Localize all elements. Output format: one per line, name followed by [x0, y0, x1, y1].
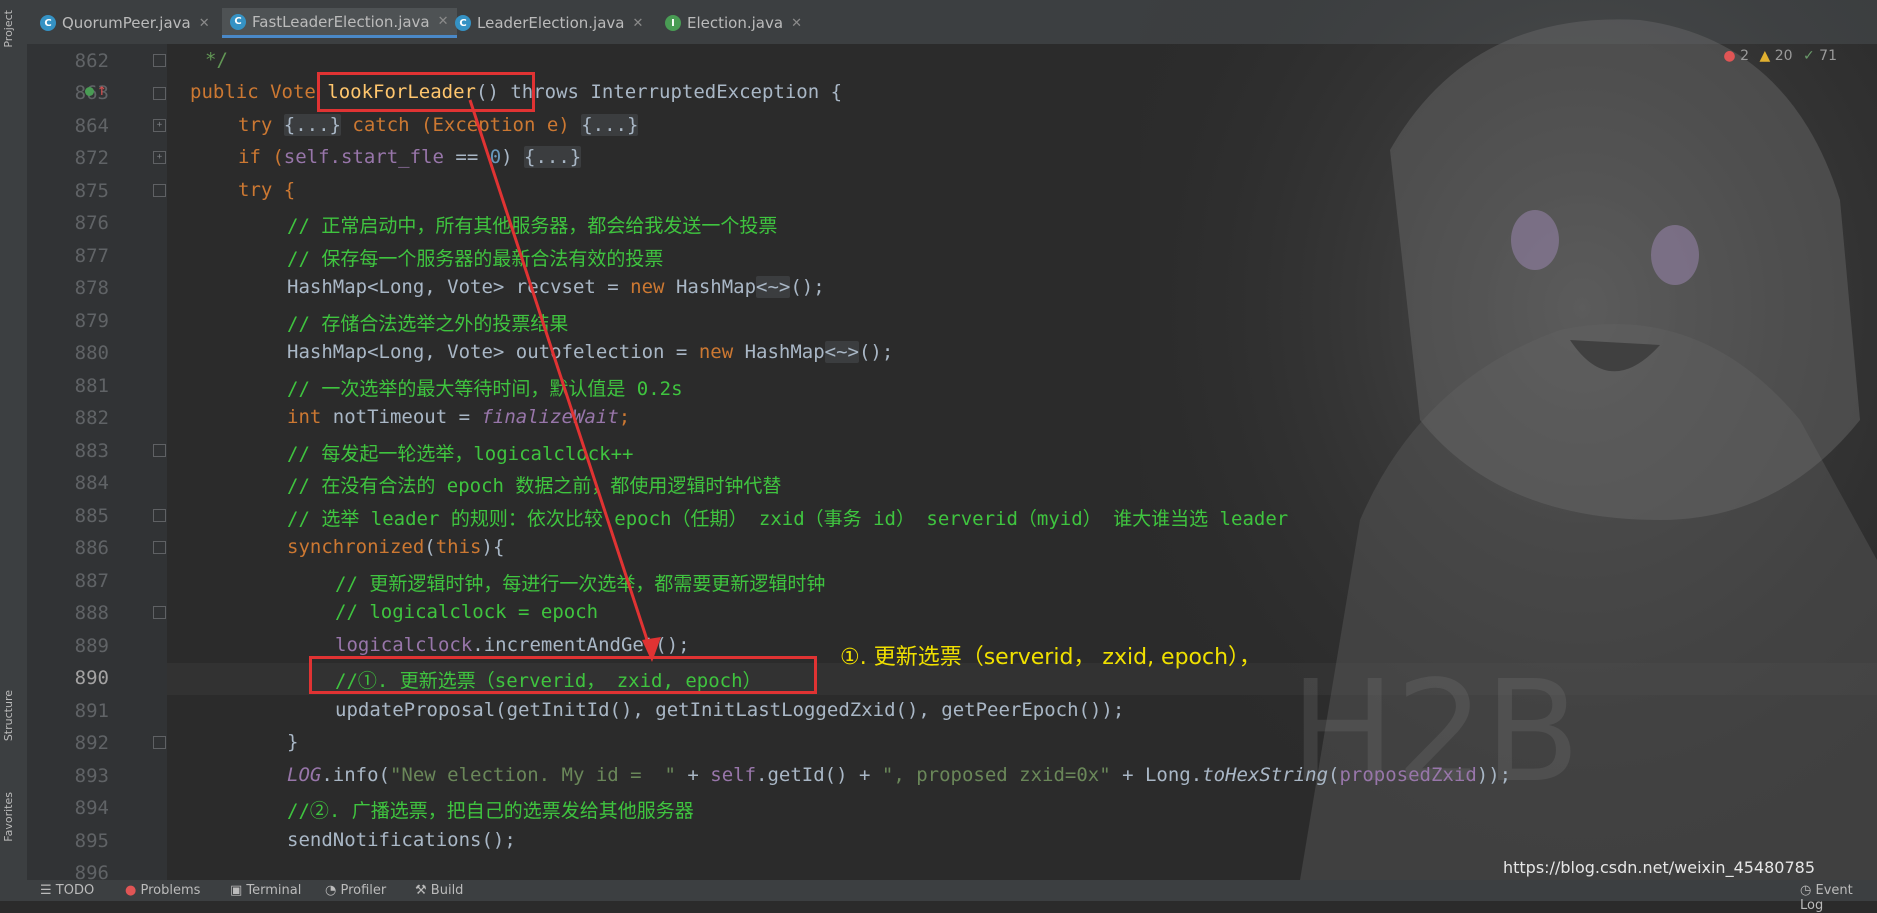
terminal-tool-button[interactable]: ▣ Terminal: [230, 883, 301, 898]
watermark-text: https://blog.csdn.net/weixin_45480785: [1502, 858, 1815, 877]
event-log-tool-button[interactable]: ◷ Event Log: [1800, 883, 1877, 913]
status-bar: ☰ TODO ● Problems ▣ Terminal ◔ Profiler …: [0, 880, 1877, 913]
problems-tool-button[interactable]: ● Problems: [125, 883, 200, 898]
hammer-icon: ⚒: [415, 883, 431, 898]
build-tool-button[interactable]: ⚒ Build: [415, 883, 463, 898]
annotation-arrow: [468, 99, 661, 662]
profiler-tool-button[interactable]: ◔ Profiler: [325, 883, 386, 898]
annotation-text: ①. 更新选票（serverid， zxid, epoch），: [840, 645, 1262, 670]
profiler-icon: ◔: [325, 883, 341, 898]
list-icon: ☰: [40, 883, 56, 898]
todo-tool-button[interactable]: ☰ TODO: [40, 883, 94, 898]
error-icon: ●: [125, 883, 141, 898]
event-log-icon: ◷: [1800, 883, 1816, 898]
terminal-icon: ▣: [230, 883, 247, 898]
